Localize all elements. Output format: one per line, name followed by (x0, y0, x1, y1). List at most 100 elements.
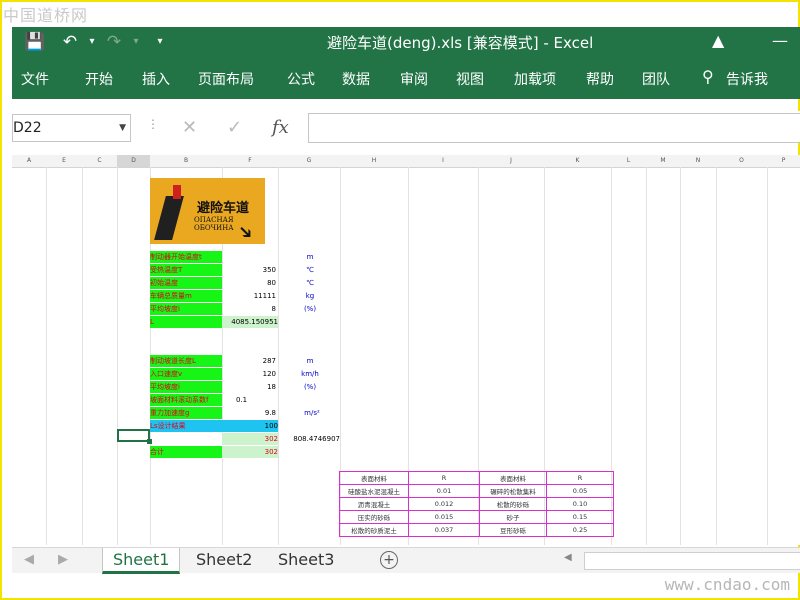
value-cell[interactable]: 120 (222, 368, 276, 380)
column-header[interactable]: L (611, 155, 646, 167)
label-cell[interactable]: 坡面材料滚动系数f (150, 394, 222, 406)
label-cell[interactable]: 合计 (150, 446, 222, 458)
unit-cell[interactable]: km/h (294, 368, 326, 380)
column-header[interactable]: J (478, 155, 544, 167)
value-cell[interactable]: 11111 (222, 290, 276, 302)
column-header[interactable]: I (408, 155, 478, 167)
formula-input[interactable] (308, 113, 800, 143)
label-cell[interactable]: 制动坡道长度L (150, 355, 222, 367)
tab-insert[interactable]: 插入 (142, 69, 170, 89)
table-header[interactable]: R (408, 471, 480, 485)
unit-cell[interactable]: m/s² (298, 407, 326, 419)
cancel-icon[interactable]: ✕ (182, 117, 197, 138)
column-header[interactable]: K (544, 155, 611, 167)
column-header[interactable]: A (12, 155, 46, 167)
column-header[interactable]: N (680, 155, 716, 167)
unit-cell[interactable]: m (298, 355, 322, 367)
unit-cell[interactable]: (%) (296, 381, 324, 393)
table-cell[interactable]: 硅酸盐水泥混凝土 (339, 484, 409, 498)
value-cell[interactable]: 9.8 (222, 407, 276, 419)
tab-formulas[interactable]: 公式 (287, 69, 315, 89)
table-header[interactable]: 表面材料 (479, 471, 547, 485)
table-cell[interactable]: 砂子 (479, 510, 547, 524)
column-header[interactable]: O (716, 155, 767, 167)
insert-function-icon[interactable]: fx (272, 117, 289, 138)
table-cell[interactable]: 0.012 (408, 497, 480, 511)
active-cell-d22[interactable] (117, 429, 150, 442)
scroll-tabs-left-icon[interactable]: ◀ (24, 552, 34, 567)
column-header[interactable]: E (46, 155, 82, 167)
scroll-tabs-right-icon[interactable]: ▶ (58, 552, 68, 567)
label-cell[interactable]: 制动器开始温度t (150, 251, 222, 263)
tab-view[interactable]: 视图 (456, 69, 484, 89)
table-header[interactable]: 表面材料 (339, 471, 409, 485)
label-cell[interactable]: 平均坡度i (150, 381, 222, 393)
undo-icon[interactable]: ↶ (60, 32, 80, 52)
unit-cell[interactable]: (%) (296, 303, 324, 315)
table-cell[interactable]: 松散的砂质泥土 (339, 523, 409, 537)
label-cell[interactable]: 车辆总质量m (150, 290, 222, 302)
tab-review[interactable]: 审阅 (400, 69, 428, 89)
tell-me-box[interactable]: 告诉我 (726, 69, 768, 89)
table-cell[interactable]: 0.10 (546, 497, 614, 511)
tab-addins[interactable]: 加载项 (514, 69, 556, 89)
unit-cell[interactable]: kg (298, 290, 322, 302)
table-cell[interactable]: 0.15 (546, 510, 614, 524)
table-header[interactable]: R (546, 471, 614, 485)
value-cell[interactable]: 350 (222, 264, 276, 276)
value-cell[interactable]: 8 (222, 303, 276, 315)
table-cell[interactable]: 0.037 (408, 523, 480, 537)
table-cell[interactable]: 0.05 (546, 484, 614, 498)
unit-cell[interactable]: ℃ (298, 264, 322, 276)
value-cell[interactable]: 18 (222, 381, 276, 393)
sheet-tab-sheet3[interactable]: Sheet3 (268, 548, 344, 571)
table-cell[interactable]: 0.015 (408, 510, 480, 524)
customize-qat-icon[interactable]: ▾ (150, 32, 170, 52)
name-box[interactable]: D22 ▼ (12, 114, 131, 142)
redo-icon[interactable]: ↷ (104, 32, 124, 52)
value-cell[interactable]: 287 (222, 355, 276, 367)
column-header[interactable]: F (222, 155, 278, 167)
value-cell[interactable]: 302 (222, 446, 278, 458)
value-cell[interactable]: 80 (222, 277, 276, 289)
search-icon[interactable]: ⚲ (702, 67, 714, 86)
tab-home[interactable]: 开始 (85, 69, 113, 89)
label-cell[interactable]: 重力加速度g (150, 407, 222, 419)
save-icon[interactable]: 💾 (24, 32, 45, 52)
label-cell[interactable]: 初始温度 (150, 277, 222, 289)
minimize-icon[interactable]: — (772, 31, 788, 50)
column-header[interactable]: H (340, 155, 408, 167)
value-cell[interactable]: 0.1 (222, 394, 276, 406)
result-cell[interactable]: 4085.150951 (222, 316, 278, 328)
sheet-tab-sheet1[interactable]: Sheet1 (102, 548, 181, 574)
table-cell[interactable]: 碾碎的松散集料 (479, 484, 547, 498)
name-box-dropdown-icon[interactable]: ▼ (119, 115, 126, 141)
value-cell[interactable]: 808.4746907 (282, 433, 340, 445)
column-header[interactable]: B (150, 155, 222, 167)
label-cell[interactable]: 平均坡度i (150, 303, 222, 315)
column-header[interactable]: G (278, 155, 340, 167)
column-header[interactable]: M (646, 155, 680, 167)
tab-data[interactable]: 数据 (342, 69, 370, 89)
hscroll-left-icon[interactable]: ◀ (564, 552, 572, 563)
value-cell[interactable]: 302 (222, 433, 278, 445)
unit-cell[interactable]: m (298, 251, 322, 263)
column-header[interactable]: C (82, 155, 117, 167)
table-cell[interactable]: 0.01 (408, 484, 480, 498)
label-cell[interactable]: 入口速度v (150, 368, 222, 380)
tab-help[interactable]: 帮助 (586, 69, 614, 89)
tab-page-layout[interactable]: 页面布局 (198, 69, 254, 89)
tab-file[interactable]: 文件 (21, 69, 49, 89)
table-cell[interactable]: 松散的砂砾 (479, 497, 547, 511)
table-cell[interactable]: 0.25 (546, 523, 614, 537)
unit-cell[interactable]: ℃ (298, 277, 322, 289)
column-header[interactable]: P (767, 155, 800, 167)
table-cell[interactable]: 压实的砂砾 (339, 510, 409, 524)
add-sheet-button[interactable]: + (380, 551, 398, 569)
undo-dropdown-icon[interactable]: ▾ (82, 32, 102, 52)
tab-team[interactable]: 团队 (642, 69, 670, 89)
label-cell[interactable]: Ls设计结果 (150, 420, 222, 432)
horizontal-scrollbar[interactable] (584, 552, 800, 570)
label-cell[interactable]: L (150, 316, 222, 328)
label-cell[interactable]: 受热温度T (150, 264, 222, 276)
